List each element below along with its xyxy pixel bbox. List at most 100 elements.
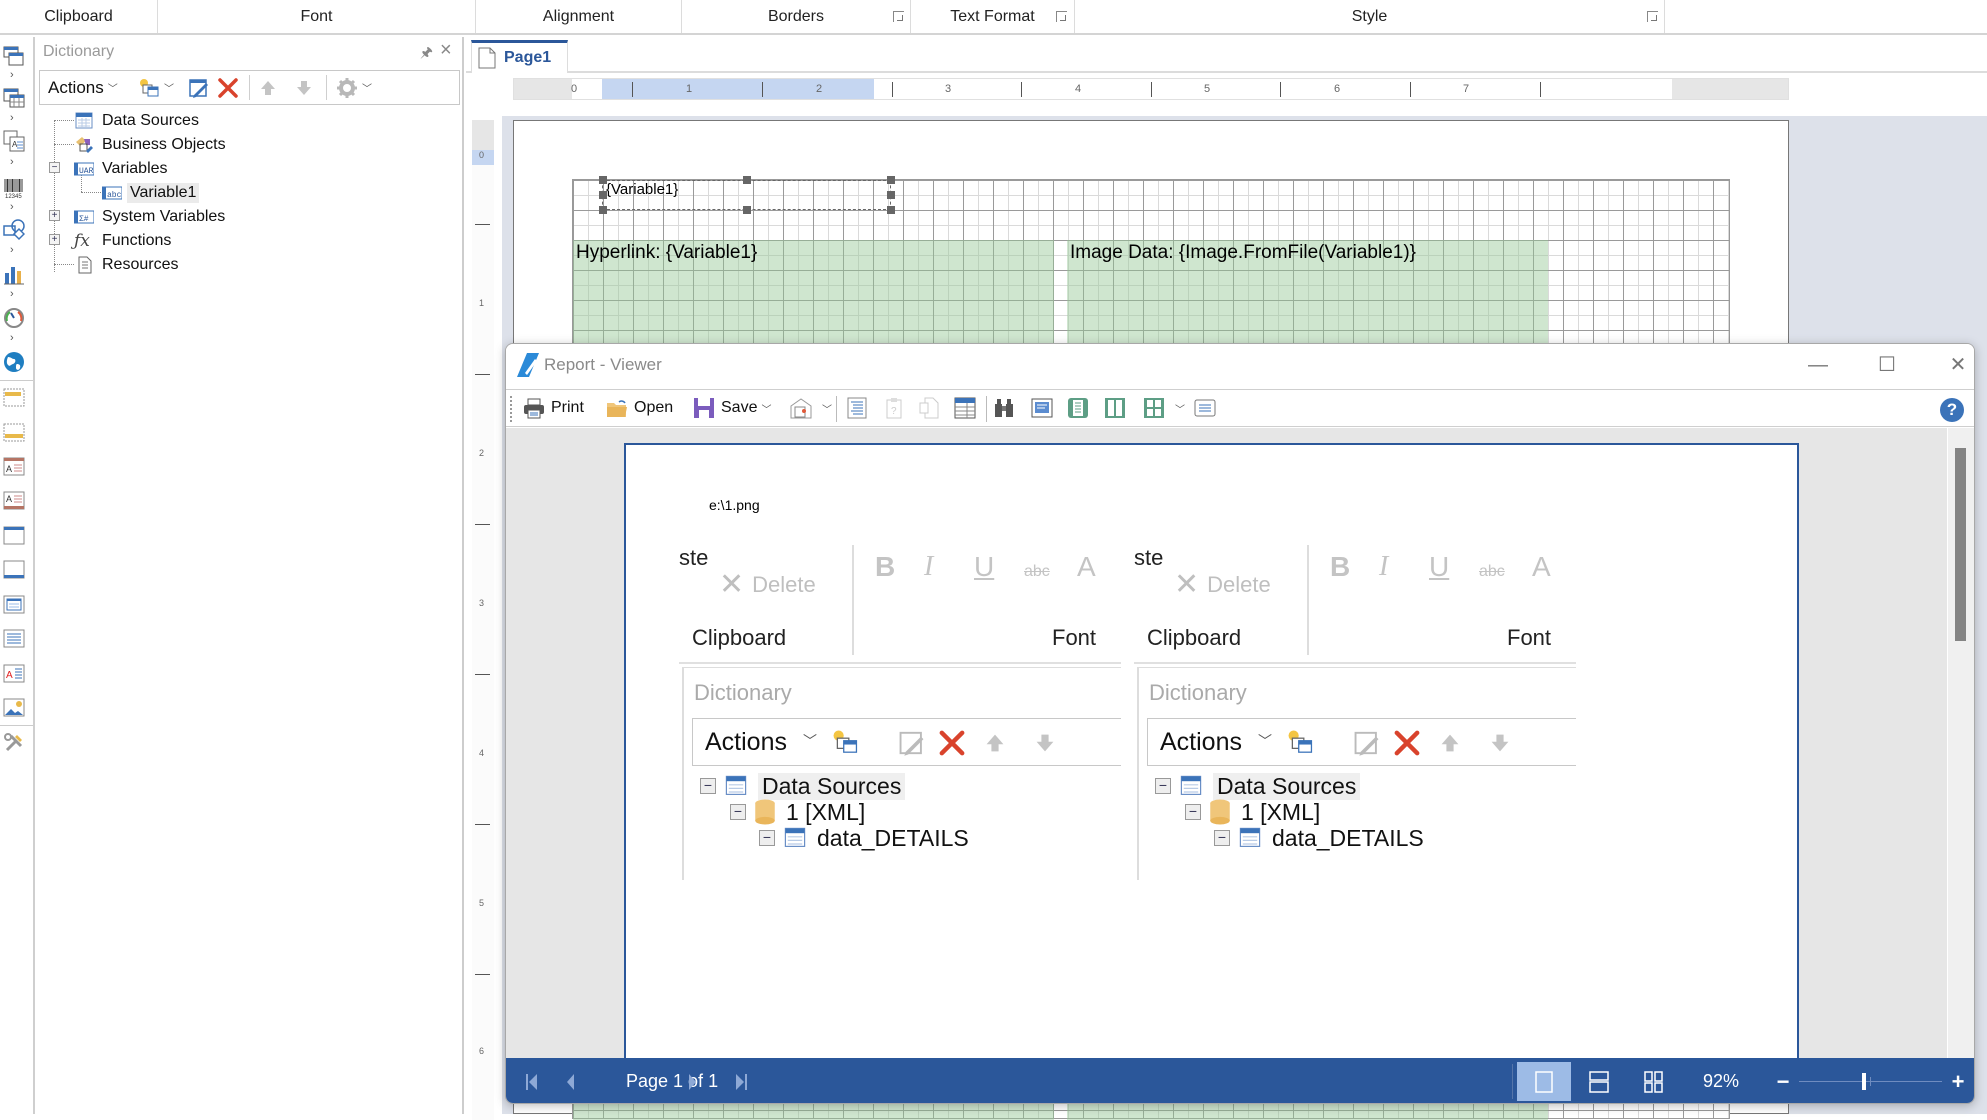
minimize-button[interactable]: — (1798, 350, 1838, 380)
map-icon[interactable] (3, 351, 25, 373)
full-screen-button[interactable] (1031, 394, 1059, 422)
dialog-launcher-icon[interactable] (1647, 11, 1658, 22)
tree-item-system-variables[interactable]: Σ# System Variables (74, 206, 225, 228)
tree-item-resources[interactable]: Resources (74, 254, 178, 276)
horizontal-ruler[interactable]: 0 1 2 3 4 5 6 7 (513, 78, 1789, 100)
resize-handle[interactable] (599, 206, 607, 214)
help-icon[interactable]: ? (1940, 398, 1964, 422)
toolbar-separator (836, 396, 837, 422)
tree-item-business-objects[interactable]: Business Objects (74, 134, 226, 156)
view-continuous-button[interactable] (1572, 1058, 1626, 1103)
expand-icon[interactable]: + (49, 210, 60, 221)
close-button[interactable]: ✕ (1938, 350, 1974, 380)
resize-handle[interactable] (743, 176, 751, 184)
page-header-band-icon[interactable]: A (3, 456, 25, 478)
image-icon[interactable] (3, 697, 25, 719)
first-page-button[interactable] (518, 1058, 546, 1103)
page-icon[interactable] (3, 45, 25, 67)
settings-menu-button[interactable]: ﹀ (336, 71, 372, 104)
view-multiple-pages-button[interactable] (1627, 1058, 1681, 1103)
data-sources-icon (1180, 775, 1202, 796)
ruler-body (472, 165, 494, 1120)
edit-button[interactable] (188, 71, 210, 104)
vertical-ruler[interactable]: 0 1 2 3 4 5 6 (472, 120, 494, 1120)
database-icon (755, 799, 775, 825)
resize-handle[interactable] (887, 176, 895, 184)
actions-menu-button[interactable]: Actions ﹀ (48, 71, 118, 104)
expand-chevron-icon[interactable]: › (10, 157, 18, 168)
thumbnails-button[interactable] (918, 394, 946, 422)
resize-handle[interactable] (887, 191, 895, 199)
dialog-launcher-icon[interactable] (1056, 11, 1067, 22)
barcode-icon[interactable]: 12345 (3, 177, 25, 199)
tree-item-functions[interactable]: ƒx Functions (74, 230, 171, 252)
viewer-title-bar[interactable]: Report - Viewer — ☐ ✕ (506, 344, 1974, 387)
expand-chevron-icon[interactable]: › (10, 113, 18, 124)
last-page-button[interactable] (727, 1058, 755, 1103)
open-label: Open (634, 399, 674, 416)
gauge-icon[interactable] (3, 307, 25, 329)
move-down-button[interactable] (294, 71, 314, 104)
resize-handle[interactable] (743, 206, 751, 214)
header-band-icon[interactable] (3, 594, 25, 616)
expand-chevron-icon[interactable]: › (10, 202, 18, 213)
single-page-button[interactable] (1067, 394, 1095, 422)
preview-hyperlink-text[interactable]: e:\1.png (709, 497, 760, 513)
editor-button[interactable] (954, 394, 982, 422)
expand-chevron-icon[interactable]: › (10, 245, 18, 256)
cross-tab-icon[interactable]: A (3, 130, 25, 152)
text-icon[interactable]: A (3, 663, 25, 685)
continuous-pages-button[interactable] (1104, 394, 1132, 422)
zoom-out-button[interactable]: − (1771, 1058, 1795, 1103)
expand-icon[interactable]: + (49, 234, 60, 245)
zoom-in-button[interactable]: + (1946, 1058, 1970, 1103)
chart-icon[interactable] (3, 263, 25, 285)
close-icon[interactable]: × (440, 39, 452, 62)
tab-page1[interactable]: Page1 (471, 40, 568, 73)
expand-chevron-icon[interactable]: › (10, 70, 18, 81)
send-email-menu-button[interactable]: ﹀ (790, 394, 832, 422)
resize-handle[interactable] (887, 206, 895, 214)
dialog-launcher-icon[interactable] (893, 11, 904, 22)
tree-item-variables[interactable]: UAR Variables (74, 158, 168, 180)
maximize-button[interactable]: ☐ (1867, 350, 1907, 380)
data-band-icon[interactable] (3, 628, 25, 650)
zoom-slider-thumb[interactable] (1862, 1073, 1867, 1090)
pin-icon[interactable]: 🖈 (420, 42, 433, 66)
group-footer-band-icon[interactable] (3, 559, 25, 581)
new-item-button[interactable]: ﹀ (138, 71, 174, 104)
group-header-band-icon[interactable] (3, 525, 25, 547)
next-page-button[interactable] (679, 1058, 707, 1103)
vertical-scrollbar[interactable] (1947, 428, 1974, 1058)
snapshot-toolbar: Actions ﹀ (1147, 718, 1576, 766)
report-summary-band-icon[interactable] (3, 422, 25, 444)
zoom-slider[interactable] (1799, 1073, 1942, 1090)
resize-handle[interactable] (599, 176, 607, 184)
table-icon[interactable] (3, 87, 25, 109)
multiple-pages-menu-button[interactable]: ﹀ (1143, 394, 1185, 422)
tree-item-data-sources[interactable]: Data Sources (74, 110, 199, 132)
shapes-icon[interactable] (3, 219, 25, 241)
find-button[interactable] (993, 394, 1021, 422)
expand-chevron-icon[interactable]: › (10, 289, 18, 300)
save-menu-button[interactable]: Save ﹀ (693, 394, 771, 422)
gear-icon (337, 77, 357, 98)
previous-page-button[interactable] (556, 1058, 584, 1103)
page-width-button[interactable] (1194, 394, 1222, 422)
tree-item-variable1[interactable]: abc Variable1 (102, 182, 200, 204)
resize-handle[interactable] (599, 191, 607, 199)
scrollbar-thumb[interactable] (1955, 448, 1966, 641)
parameters-button[interactable]: ? (883, 394, 911, 422)
view-single-page-button[interactable] (1517, 1062, 1571, 1101)
print-button[interactable]: Print (523, 394, 584, 422)
page-footer-band-icon[interactable]: A (3, 490, 25, 512)
delete-button[interactable] (217, 71, 239, 104)
collapse-icon[interactable]: − (49, 162, 60, 173)
tools-icon[interactable] (3, 732, 25, 754)
bookmarks-button[interactable] (846, 394, 874, 422)
viewer-preview-area[interactable]: e:\1.png ste ✕ Delete B I U abc A Clipboa… (506, 428, 1947, 1063)
expand-chevron-icon[interactable]: › (10, 333, 18, 344)
move-up-button[interactable] (258, 71, 278, 104)
report-title-band-icon[interactable] (3, 387, 25, 409)
open-button[interactable]: Open (606, 394, 673, 422)
